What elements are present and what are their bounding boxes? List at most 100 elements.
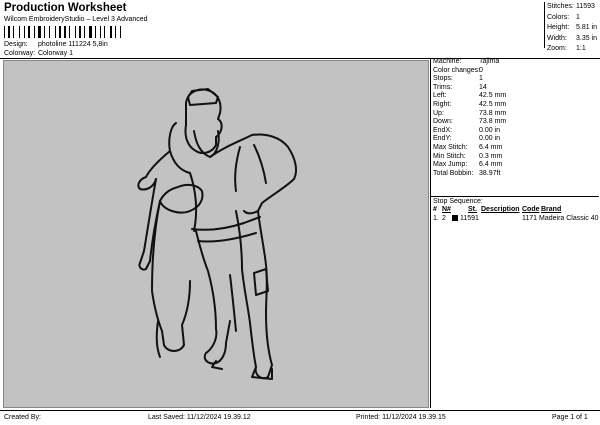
summary-box: Stitches: 11593 Colors: 1 Height: 5.81 in W… bbox=[544, 2, 599, 52]
summary-row: Colors: 1 bbox=[545, 13, 599, 24]
row-stitches: 11591 bbox=[460, 215, 479, 222]
barcode-bar bbox=[19, 26, 20, 38]
summary-value: 5.81 in bbox=[576, 24, 598, 31]
detail-value: 1 bbox=[479, 75, 483, 83]
barcode-bar bbox=[104, 26, 105, 38]
summary-label: Stitches: bbox=[547, 3, 574, 10]
barcode bbox=[4, 26, 121, 38]
detail-value: 6.4 mm bbox=[479, 161, 503, 169]
detail-label: Color changes: bbox=[433, 66, 481, 74]
summary-label: Zoom: bbox=[547, 45, 567, 52]
summary-row: Width: 3.35 in bbox=[545, 34, 599, 45]
summary-label: Colors: bbox=[547, 13, 570, 21]
barcode-bar bbox=[120, 26, 121, 38]
col-code: Code bbox=[522, 206, 540, 213]
colorway-row: Colorway: Colorway 1 bbox=[4, 50, 73, 57]
summary-row: Stitches: 11593 bbox=[545, 2, 599, 13]
design-value: photoline 111224 5,8in bbox=[37, 41, 108, 48]
col-num: # bbox=[433, 206, 437, 213]
embroidery-figure bbox=[137, 88, 297, 380]
barcode-bar bbox=[100, 26, 101, 38]
detail-value: 0 bbox=[479, 66, 483, 74]
barcode-bar bbox=[49, 26, 50, 38]
swatch-fill bbox=[452, 215, 458, 222]
barcode-bar bbox=[13, 26, 14, 38]
detail-value: 0.00 in bbox=[479, 126, 501, 134]
col-brand: Brand bbox=[541, 206, 562, 213]
detail-row: Color changes:0 bbox=[431, 67, 599, 76]
page-number: Page 1 of 1 bbox=[552, 414, 588, 421]
detail-label: EndY: bbox=[433, 135, 452, 143]
design-label: Design: bbox=[4, 41, 28, 48]
barcode-bar bbox=[44, 26, 45, 38]
barcode-bar bbox=[89, 26, 92, 38]
detail-label: Left: bbox=[433, 92, 447, 100]
detail-row: Right: 42.5 mm bbox=[431, 101, 599, 110]
detail-value: 38.97ft bbox=[479, 169, 501, 177]
barcode-bar bbox=[69, 26, 70, 38]
row-code: 1171 bbox=[522, 215, 538, 222]
color-swatch bbox=[452, 215, 458, 222]
detail-value: 0.3 mm bbox=[479, 152, 503, 160]
barcode-bar bbox=[8, 26, 10, 38]
summary-label: Height: bbox=[547, 24, 570, 31]
summary-value: 3.35 in bbox=[576, 34, 598, 42]
barcode-bar bbox=[55, 26, 56, 38]
detail-label: Total Bobbin: bbox=[433, 169, 474, 177]
detail-row: Down: 73.8 mm bbox=[431, 118, 599, 127]
detail-row: Trims: 14 bbox=[431, 84, 599, 93]
row-brand: Madeira Classic 40 bbox=[539, 215, 599, 222]
barcode-bar bbox=[95, 26, 96, 38]
detail-value: 6.4 mm bbox=[479, 143, 503, 151]
detail-label: EndX: bbox=[433, 126, 453, 134]
colorway-value: Colorway 1 bbox=[37, 50, 73, 57]
detail-row: Max Stitch: 6.4 mm bbox=[431, 144, 599, 153]
detail-label: Max Jump: bbox=[433, 161, 468, 169]
barcode-bar bbox=[59, 26, 61, 38]
created-by: Created By: bbox=[4, 414, 41, 421]
summary-value: 1:1 bbox=[576, 45, 586, 52]
col-description: Description bbox=[481, 206, 520, 213]
detail-label: Up: bbox=[433, 109, 444, 117]
detail-row: EndX: 0.00 in bbox=[431, 127, 599, 136]
detail-value: 42.5 mm bbox=[479, 92, 507, 100]
detail-row: Left: 42.5 mm bbox=[431, 92, 599, 101]
detail-label: Max Stitch: bbox=[433, 143, 468, 151]
col-needle: N# bbox=[442, 206, 451, 213]
barcode-bar bbox=[75, 26, 76, 38]
detail-row: Up: 73.8 mm bbox=[431, 110, 599, 119]
summary-row: Zoom: 1:1 bbox=[545, 44, 599, 55]
detail-label: Down: bbox=[433, 118, 453, 126]
stop-sequence-title: Stop Sequence: bbox=[433, 198, 483, 205]
barcode-bar bbox=[110, 26, 112, 38]
summary-value: 1 bbox=[576, 13, 580, 21]
detail-value: 14 bbox=[479, 83, 487, 91]
printed-date: Printed: 11/12/2024 19.39.15 bbox=[356, 414, 446, 421]
summary-row: Height: 5.81 in bbox=[545, 23, 599, 34]
detail-label: Min Stitch: bbox=[433, 152, 466, 160]
barcode-bar bbox=[24, 26, 25, 38]
design-preview bbox=[3, 60, 429, 408]
summary-label: Width: bbox=[547, 34, 567, 42]
software-subtitle: Wilcom EmbroideryStudio – Level 3 Advanc… bbox=[4, 16, 148, 23]
stop-sequence: Stop Sequence: # N# St. Description Code… bbox=[431, 196, 599, 222]
barcode-bar bbox=[79, 26, 81, 38]
barcode-bar bbox=[38, 26, 41, 38]
barcode-bar bbox=[64, 26, 66, 38]
detail-row: Total Bobbin: 38.97ft bbox=[431, 170, 599, 179]
detail-value: 73.8 mm bbox=[479, 109, 507, 117]
col-stitches: St. bbox=[468, 206, 477, 213]
summary-value: 11593 bbox=[576, 3, 595, 10]
last-saved: Last Saved: 11/12/2024 19.39.12 bbox=[148, 414, 251, 421]
barcode-bar bbox=[84, 26, 85, 38]
colorway-label: Colorway: bbox=[4, 50, 36, 57]
detail-label: Machine: bbox=[433, 58, 462, 65]
detail-value: 42.5 mm bbox=[479, 100, 507, 108]
detail-value: Tajima bbox=[479, 58, 500, 65]
detail-row: Max Jump: 6.4 mm bbox=[431, 161, 599, 170]
details-panel: Machine: Tajima Color changes:0 Stops: 1 T… bbox=[430, 58, 599, 408]
detail-row: EndY: 0.00 in bbox=[431, 135, 599, 144]
barcode-bar bbox=[34, 26, 35, 38]
detail-row: Machine: Tajima bbox=[431, 58, 599, 67]
detail-row: Stops: 1 bbox=[431, 75, 599, 84]
